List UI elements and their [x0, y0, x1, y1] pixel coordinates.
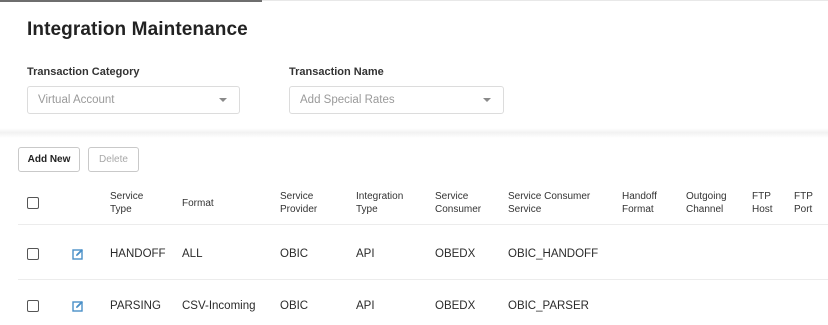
- edit-icon[interactable]: [72, 248, 84, 260]
- header-integration-type[interactable]: Integration Type: [356, 190, 403, 216]
- header-service-consumer[interactable]: Service Consumer: [435, 190, 481, 216]
- cell-service-type: HANDOFF: [110, 248, 166, 260]
- page-title: Integration Maintenance: [27, 19, 248, 40]
- transaction-category-label: Transaction Category: [27, 66, 140, 78]
- cell-service-consumer: OBEDX: [435, 248, 476, 260]
- header-ftp-port[interactable]: FTP Port: [794, 190, 813, 216]
- transaction-name-select[interactable]: Add Special Rates: [289, 86, 504, 114]
- cell-service-provider: OBIC: [280, 248, 309, 260]
- top-border-accent: [0, 0, 262, 2]
- row-checkbox[interactable]: [27, 248, 39, 260]
- cell-service-provider: OBIC: [280, 300, 309, 312]
- cell-service-type: PARSING: [110, 300, 161, 312]
- transaction-category-value: Virtual Account: [38, 94, 115, 106]
- header-service-type[interactable]: Service Type: [110, 190, 143, 216]
- add-new-button[interactable]: Add New: [18, 147, 80, 172]
- cell-consumer-service: OBIC_PARSER: [508, 300, 589, 312]
- select-all-checkbox[interactable]: [27, 197, 39, 209]
- header-service-provider[interactable]: Service Provider: [280, 190, 317, 216]
- cell-service-consumer: OBEDX: [435, 300, 476, 312]
- section-divider: [0, 128, 828, 138]
- row-checkbox[interactable]: [27, 300, 39, 312]
- transaction-category-select[interactable]: Virtual Account: [27, 86, 240, 114]
- cell-format: CSV-Incoming: [182, 300, 256, 312]
- transaction-name-label: Transaction Name: [289, 66, 384, 78]
- header-service-consumer-service[interactable]: Service Consumer Service: [508, 190, 590, 216]
- header-divider: [18, 224, 828, 225]
- cell-consumer-service: OBIC_HANDOFF: [508, 248, 599, 260]
- chevron-down-icon: [219, 98, 227, 102]
- transaction-name-value: Add Special Rates: [300, 94, 395, 106]
- edit-icon[interactable]: [72, 300, 84, 312]
- header-format[interactable]: Format: [182, 197, 214, 210]
- row-divider: [18, 279, 828, 280]
- header-ftp-host[interactable]: FTP Host: [752, 190, 773, 216]
- chevron-down-icon: [483, 98, 491, 102]
- cell-integration-type: API: [356, 300, 375, 312]
- header-handoff-format[interactable]: Handoff Format: [622, 190, 657, 216]
- cell-integration-type: API: [356, 248, 375, 260]
- cell-format: ALL: [182, 248, 203, 260]
- header-outgoing-channel[interactable]: Outgoing Channel: [686, 190, 727, 216]
- delete-button[interactable]: Delete: [88, 147, 139, 172]
